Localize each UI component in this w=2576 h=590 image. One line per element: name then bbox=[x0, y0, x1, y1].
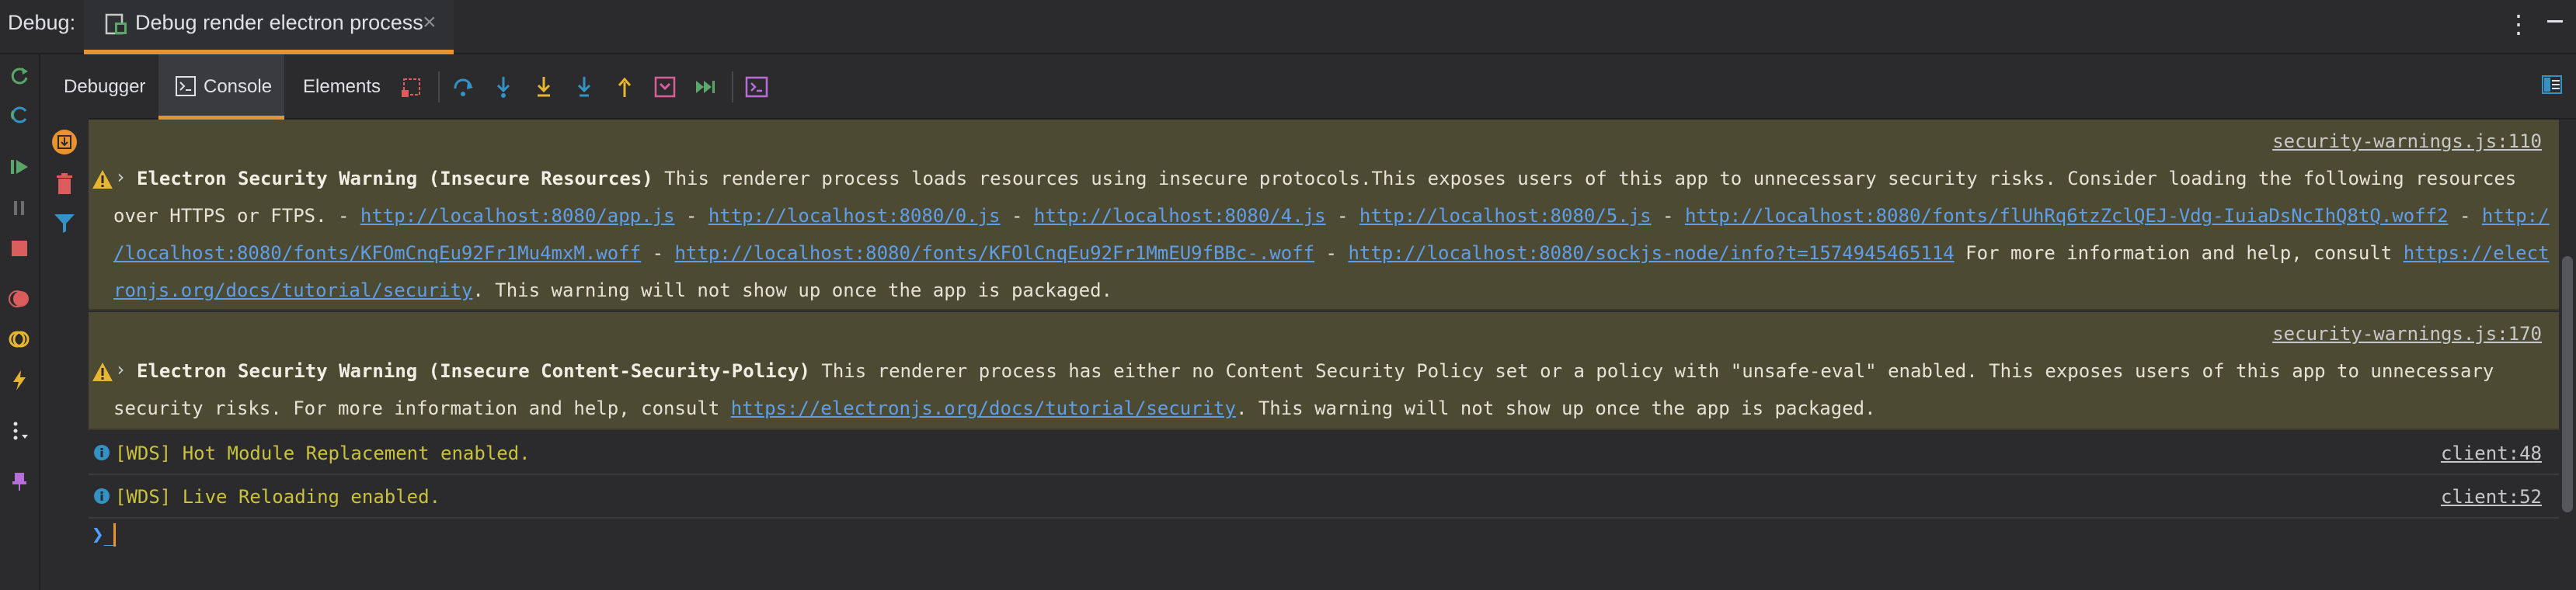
resource-link[interactable]: http://localhost:8080/fonts/KFOlCnqEu92F… bbox=[674, 242, 1314, 264]
restart-icon[interactable] bbox=[8, 103, 31, 127]
debug-tool-window-header: Debug: Debug render electron process × ⋮ bbox=[0, 0, 2576, 54]
force-step-into-icon[interactable] bbox=[531, 75, 556, 99]
resource-link[interactable]: http://localhost:8080/fonts/flUhRq6tzZcl… bbox=[1685, 205, 2449, 227]
mute-breakpoints-icon[interactable] bbox=[8, 328, 31, 351]
resource-link[interactable]: http://localhost:8080/app.js bbox=[360, 205, 675, 227]
warning-title: Electron Security Warning (Insecure Cont… bbox=[137, 360, 810, 382]
resource-link[interactable]: http://localhost:8080/4.js bbox=[1034, 205, 1326, 227]
info-icon bbox=[94, 488, 110, 504]
import-icon[interactable] bbox=[51, 129, 78, 155]
source-link[interactable]: client:48 bbox=[2441, 442, 2542, 464]
toolbar-separator bbox=[732, 71, 733, 102]
console-output: security-warnings.js:110 › Electron Secu… bbox=[89, 120, 2559, 590]
separator-text: - bbox=[1651, 205, 1685, 227]
warning-text: This renderer process loads resources us… bbox=[653, 168, 2517, 189]
source-link[interactable]: security-warnings.js:170 bbox=[2272, 323, 2542, 345]
console-info-message: [WDS] Live Reloading enabled. client:52 bbox=[89, 475, 2559, 519]
debug-actions-gutter bbox=[0, 54, 40, 590]
resource-link[interactable]: http://localhost:8080/sockjs-node/info?t… bbox=[1348, 242, 1954, 264]
docs-link[interactable]: https://elect bbox=[2404, 242, 2550, 264]
warning-icon bbox=[92, 170, 113, 189]
close-icon[interactable]: × bbox=[423, 9, 437, 36]
resource-link[interactable]: http://localhost:8080/0.js bbox=[708, 205, 1001, 227]
step-over-icon[interactable] bbox=[451, 75, 475, 99]
node-debug-icon bbox=[105, 13, 127, 35]
console-scrollbar-thumb[interactable] bbox=[2562, 256, 2573, 512]
message-text: security risks. For more information and… bbox=[113, 397, 731, 419]
stop-icon[interactable] bbox=[8, 237, 31, 260]
separator-text: - bbox=[674, 205, 708, 227]
warning-text: This renderer process has either no Cont… bbox=[809, 360, 2494, 382]
separator-text: - bbox=[2448, 205, 2482, 227]
evaluate-expression-icon[interactable] bbox=[744, 75, 769, 99]
warning-icon bbox=[92, 363, 113, 381]
pause-icon[interactable] bbox=[8, 196, 31, 220]
expand-chevron-icon[interactable]: › bbox=[115, 359, 126, 380]
message-line: Electron Security Warning (Insecure Cont… bbox=[137, 360, 2494, 382]
tab-label: Debug render electron process bbox=[135, 11, 423, 34]
console-icon bbox=[176, 76, 196, 96]
clear-console-icon[interactable] bbox=[51, 171, 78, 197]
console-warning-message: security-warnings.js:110 › Electron Secu… bbox=[89, 120, 2559, 311]
expand-chevron-icon[interactable]: › bbox=[115, 166, 126, 188]
message-line: over HTTPS or FTPS. - http://localhost:8… bbox=[113, 205, 2550, 227]
docs-link[interactable]: https://electronjs.org/docs/tutorial/sec… bbox=[731, 397, 1236, 419]
step-out-icon[interactable] bbox=[612, 75, 637, 99]
tab-debug-render-electron[interactable]: Debug render electron process × bbox=[84, 0, 454, 54]
message-line: Electron Security Warning (Insecure Reso… bbox=[137, 168, 2516, 189]
pin-icon[interactable] bbox=[8, 470, 31, 493]
resume-program-icon[interactable] bbox=[693, 75, 718, 99]
tab-label: Console bbox=[204, 76, 273, 97]
message-line: security risks. For more information and… bbox=[113, 397, 1876, 419]
console-prompt[interactable]: ❯_ bbox=[92, 523, 116, 547]
tab-label: Elements bbox=[303, 76, 381, 97]
lightning-icon[interactable] bbox=[8, 369, 31, 392]
tab-debugger[interactable]: Debugger bbox=[40, 54, 145, 120]
console-warning-message: security-warnings.js:170 › Electron Secu… bbox=[89, 312, 2559, 430]
resource-link[interactable]: /localhost:8080/fonts/KFOmCnqEu92Fr1Mu4m… bbox=[113, 242, 641, 264]
message-text: . This warning will not show up once the… bbox=[472, 279, 1112, 301]
resource-link[interactable]: http://localhost:8080/5.js bbox=[1359, 205, 1652, 227]
message-text: For more information and help, consult bbox=[1954, 242, 2404, 264]
message-text: over HTTPS or FTPS. - bbox=[113, 205, 360, 227]
tab-label: Debugger bbox=[64, 76, 146, 97]
tab-console[interactable]: Console bbox=[158, 54, 284, 120]
message-text: . This warning will not show up once the… bbox=[1235, 397, 1876, 419]
more-actions-icon[interactable] bbox=[8, 419, 31, 442]
debug-label: Debug: bbox=[8, 11, 76, 34]
separator-text: - bbox=[1325, 205, 1359, 227]
info-icon bbox=[94, 445, 110, 460]
minimize-icon[interactable] bbox=[2545, 6, 2565, 37]
docs-link[interactable]: ronjs.org/docs/tutorial/security bbox=[113, 279, 472, 301]
info-text: [WDS] Live Reloading enabled. bbox=[115, 486, 441, 508]
debugger-toolbar: Debugger Console Elements bbox=[40, 54, 2576, 120]
separator-text: - bbox=[1314, 242, 1349, 264]
more-options-icon[interactable]: ⋮ bbox=[2506, 9, 2531, 39]
console-info-message: [WDS] Hot Module Replacement enabled. cl… bbox=[89, 432, 2559, 475]
message-line: /localhost:8080/fonts/KFOmCnqEu92Fr1Mu4m… bbox=[113, 242, 2550, 264]
layout-settings-icon[interactable] bbox=[2540, 73, 2564, 96]
filter-icon[interactable] bbox=[51, 210, 78, 236]
tab-elements[interactable]: Elements bbox=[284, 54, 385, 120]
resource-link[interactable]: http:/ bbox=[2482, 205, 2550, 227]
source-link[interactable]: client:52 bbox=[2441, 486, 2542, 508]
rerun-icon[interactable] bbox=[8, 64, 31, 88]
view-breakpoints-icon[interactable] bbox=[8, 287, 31, 311]
console-actions-gutter bbox=[40, 116, 89, 590]
toolbar-separator bbox=[438, 71, 440, 102]
warning-title: Electron Security Warning (Insecure Reso… bbox=[137, 168, 653, 189]
info-text: [WDS] Hot Module Replacement enabled. bbox=[115, 442, 531, 464]
resume-icon[interactable] bbox=[8, 155, 31, 179]
show-execution-point-icon[interactable] bbox=[399, 75, 424, 99]
console-input-caret[interactable] bbox=[113, 523, 116, 547]
step-into-icon[interactable] bbox=[491, 75, 516, 99]
run-to-cursor-icon[interactable] bbox=[653, 75, 677, 99]
message-line: ronjs.org/docs/tutorial/security. This w… bbox=[113, 279, 1112, 301]
smart-step-into-icon[interactable] bbox=[572, 75, 597, 99]
separator-text: - bbox=[641, 242, 675, 264]
source-link[interactable]: security-warnings.js:110 bbox=[2272, 130, 2542, 152]
separator-text: - bbox=[1000, 205, 1034, 227]
